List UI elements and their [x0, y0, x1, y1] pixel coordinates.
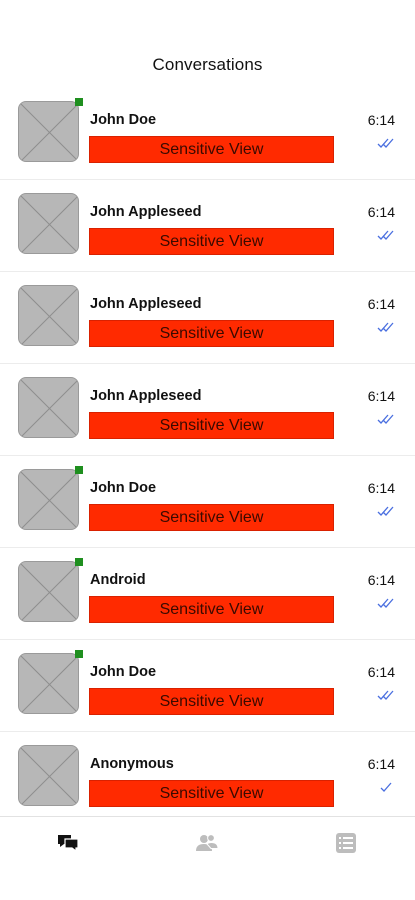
placeholder-image-icon — [19, 286, 78, 345]
conversation-row[interactable]: John Appleseed 6:14 Sensitive View — [0, 180, 415, 272]
tab-chats[interactable] — [56, 831, 80, 855]
placeholder-image-icon — [19, 562, 78, 621]
message-time: 6:14 — [367, 204, 395, 220]
tab-list[interactable] — [334, 831, 358, 855]
sensitive-view-label: Sensitive View — [159, 232, 264, 250]
message-time: 6:14 — [367, 112, 395, 128]
conversation-row[interactable]: Anonymous 6:14 Sensitive View — [0, 732, 415, 824]
sensitive-view-label: Sensitive View — [159, 324, 264, 342]
read-status — [377, 596, 395, 608]
sensitive-view: Sensitive View — [89, 320, 334, 347]
double-check-icon — [377, 598, 394, 608]
contacts-icon — [196, 834, 219, 851]
double-check-icon — [377, 506, 394, 516]
read-status — [377, 320, 395, 332]
avatar[interactable] — [18, 193, 79, 254]
conversation-row[interactable]: John Doe 6:14 Sensitive View — [0, 640, 415, 732]
read-status — [377, 228, 395, 240]
tab-contacts[interactable] — [195, 831, 219, 855]
header: Conversations — [0, 0, 415, 92]
double-check-icon — [377, 690, 394, 700]
avatar[interactable] — [18, 377, 79, 438]
placeholder-image-icon — [19, 746, 78, 805]
check-icon — [380, 782, 392, 792]
message-time: 6:14 — [367, 388, 395, 404]
read-status — [377, 412, 395, 424]
online-indicator — [75, 650, 83, 658]
read-status — [377, 688, 395, 700]
contact-name: John Appleseed — [90, 296, 202, 312]
sensitive-view: Sensitive View — [89, 136, 334, 163]
conversation-row[interactable]: John Doe 6:14 Sensitive View — [0, 88, 415, 180]
placeholder-image-icon — [19, 378, 78, 437]
sensitive-view: Sensitive View — [89, 504, 334, 531]
conversation-list: John Doe 6:14 Sensitive View John Apples… — [0, 88, 415, 824]
avatar[interactable] — [18, 469, 79, 530]
sensitive-view-label: Sensitive View — [159, 692, 264, 710]
read-status — [377, 780, 395, 792]
placeholder-image-icon — [19, 654, 78, 713]
placeholder-image-icon — [19, 470, 78, 529]
contact-name: Anonymous — [90, 756, 174, 772]
double-check-icon — [377, 414, 394, 424]
sensitive-view-label: Sensitive View — [159, 508, 264, 526]
sensitive-view: Sensitive View — [89, 228, 334, 255]
conversation-row[interactable]: John Doe 6:14 Sensitive View — [0, 456, 415, 548]
sensitive-view-label: Sensitive View — [159, 140, 264, 158]
avatar[interactable] — [18, 285, 79, 346]
sensitive-view-label: Sensitive View — [159, 600, 264, 618]
sensitive-view-label: Sensitive View — [159, 416, 264, 434]
double-check-icon — [377, 138, 394, 148]
message-time: 6:14 — [367, 480, 395, 496]
sensitive-view: Sensitive View — [89, 412, 334, 439]
chat-bubbles-icon — [58, 835, 79, 853]
read-status — [377, 504, 395, 516]
placeholder-image-icon — [19, 194, 78, 253]
message-time: 6:14 — [367, 756, 395, 772]
contact-name: John Doe — [90, 664, 157, 680]
double-check-icon — [377, 230, 394, 240]
contact-name: Android — [90, 572, 146, 588]
conversation-row[interactable]: Android 6:14 Sensitive View — [0, 548, 415, 640]
message-time: 6:14 — [367, 296, 395, 312]
avatar[interactable] — [18, 653, 79, 714]
conversation-row[interactable]: John Appleseed 6:14 Sensitive View — [0, 272, 415, 364]
conversation-row[interactable]: John Appleseed 6:14 Sensitive View — [0, 364, 415, 456]
placeholder-image-icon — [19, 102, 78, 161]
sensitive-view-label: Sensitive View — [159, 784, 264, 802]
online-indicator — [75, 558, 83, 566]
sensitive-view: Sensitive View — [89, 780, 334, 807]
double-check-icon — [377, 322, 394, 332]
sensitive-view: Sensitive View — [89, 688, 334, 715]
message-time: 6:14 — [367, 572, 395, 588]
tab-bar — [0, 816, 415, 877]
online-indicator — [75, 466, 83, 474]
contact-name: John Appleseed — [90, 388, 202, 404]
avatar[interactable] — [18, 745, 79, 806]
sensitive-view: Sensitive View — [89, 596, 334, 623]
avatar[interactable] — [18, 101, 79, 162]
page-title: Conversations — [152, 55, 263, 74]
contact-name: John Doe — [90, 112, 157, 128]
message-time: 6:14 — [367, 664, 395, 680]
contact-name: John Appleseed — [90, 204, 202, 220]
avatar[interactable] — [18, 561, 79, 622]
online-indicator — [75, 98, 83, 106]
read-status — [377, 136, 395, 148]
contact-name: John Doe — [90, 480, 157, 496]
list-icon — [336, 833, 356, 853]
